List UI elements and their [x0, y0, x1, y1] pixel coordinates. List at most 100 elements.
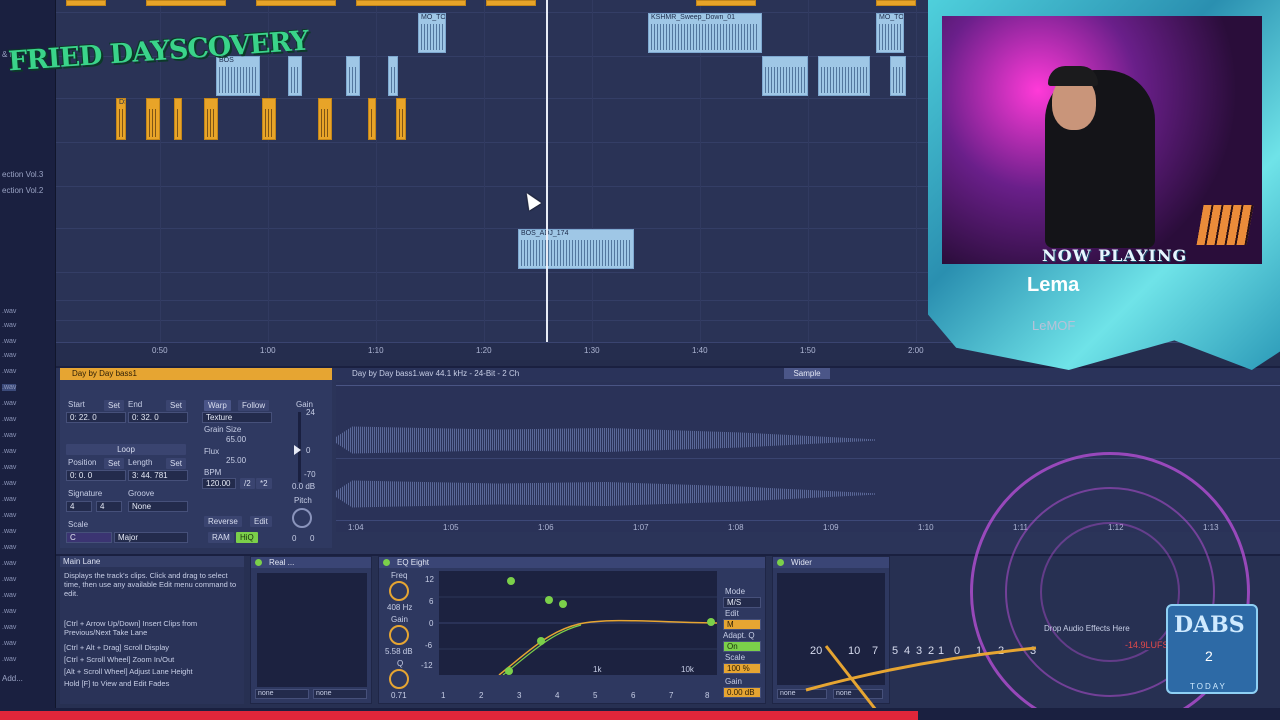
pitch-st[interactable]: 0	[292, 534, 296, 543]
clip-ds[interactable]	[368, 98, 376, 140]
browser-file[interactable]: .wav	[2, 400, 16, 407]
device-real[interactable]: Real ... none none	[250, 556, 372, 704]
clip-ds[interactable]	[174, 98, 182, 140]
browser-file[interactable]: .wav	[2, 624, 16, 631]
browser-file[interactable]: .wav	[2, 512, 16, 519]
sample-tab[interactable]: Sample	[784, 368, 830, 379]
eq-edit-select[interactable]: M	[723, 619, 761, 630]
browser-file[interactable]: .wav	[2, 480, 16, 487]
browser-file[interactable]: .wav	[2, 528, 16, 535]
clip-ds[interactable]	[146, 98, 160, 140]
eq-adapt-toggle[interactable]: On	[723, 641, 761, 652]
device-on-toggle[interactable]	[383, 559, 390, 566]
browser-file[interactable]: .wav	[2, 432, 16, 439]
eq-band[interactable]: 1	[441, 691, 445, 700]
device-title[interactable]: Wider	[773, 557, 889, 568]
device-on-toggle[interactable]	[255, 559, 262, 566]
eq-band[interactable]: 7	[669, 691, 673, 700]
edit-button[interactable]: Edit	[250, 516, 272, 527]
device-eq-eight[interactable]: EQ Eight Freq 408 Hz Gain 5.58 dB Q 0.71	[378, 556, 766, 704]
clip[interactable]	[146, 0, 226, 6]
gain-fader-handle[interactable]	[294, 445, 301, 455]
set-length-button[interactable]: Set	[166, 458, 187, 469]
clip-mo-to[interactable]: MO_TO	[876, 13, 904, 53]
browser-file[interactable]: .wav	[2, 560, 16, 567]
browser-file[interactable]: .wav	[2, 592, 16, 599]
eq-display[interactable]	[439, 571, 718, 676]
pitch-knob[interactable]	[292, 508, 312, 528]
scale-mode-select[interactable]: Major	[114, 532, 188, 543]
clip-ds[interactable]	[204, 98, 218, 140]
browser-file[interactable]: .wav	[2, 416, 16, 423]
clip[interactable]	[256, 0, 336, 6]
browser-file[interactable]: .wav	[2, 352, 16, 359]
position-field[interactable]: 0: 0. 0	[66, 470, 126, 481]
grain-size-value[interactable]: 65.00	[226, 435, 246, 444]
eq-band[interactable]: 8	[705, 691, 709, 700]
browser-file[interactable]: .wav	[2, 496, 16, 503]
clip-mo-to[interactable]: MO_TO	[418, 13, 446, 53]
browser-file[interactable]: .wav	[2, 338, 16, 345]
device-on-toggle[interactable]	[777, 559, 784, 566]
clip-bos[interactable]	[346, 56, 360, 96]
set-start-button[interactable]: Set	[104, 400, 125, 411]
clip[interactable]	[66, 0, 106, 6]
browser-file[interactable]: .wav	[2, 448, 16, 455]
warp-mode-select[interactable]: Texture	[202, 412, 272, 423]
eq-gain-value[interactable]: 5.58 dB	[385, 647, 413, 656]
clip-ds[interactable]	[396, 98, 406, 140]
browser-file[interactable]: .wav	[2, 608, 16, 615]
double-tempo-button[interactable]: *2	[256, 478, 272, 489]
browser-file[interactable]: .wav	[2, 576, 16, 583]
eq-mode-select[interactable]: M/S	[723, 597, 761, 608]
loop-button[interactable]: Loop	[66, 444, 186, 455]
device-title[interactable]: Real ...	[251, 557, 371, 568]
eq-band[interactable]: 5	[593, 691, 597, 700]
clip-kshmr-sweep[interactable]: KSHMR_Sweep_Down_01	[648, 13, 762, 53]
browser-file[interactable]: .wav	[2, 368, 16, 375]
scale-root-select[interactable]: C	[66, 532, 112, 543]
browser-file[interactable]: .wav	[2, 308, 16, 315]
device-select[interactable]: none	[313, 689, 367, 699]
device-select[interactable]: none	[255, 689, 309, 699]
clip-bos[interactable]	[288, 56, 302, 96]
browser-file[interactable]: .wav	[2, 322, 16, 329]
pitch-cent[interactable]: 0	[310, 534, 314, 543]
clip-title[interactable]: Day by Day bass1	[60, 368, 332, 380]
bpm-field[interactable]: 120.00	[202, 478, 236, 489]
browser-item[interactable]: ection Vol.2	[2, 186, 43, 195]
clip-bos[interactable]	[388, 56, 398, 96]
length-field[interactable]: 3: 44. 781	[128, 470, 188, 481]
clip[interactable]	[356, 0, 466, 6]
start-field[interactable]: 0: 22. 0	[66, 412, 126, 423]
clip[interactable]	[876, 0, 916, 6]
clip-bos[interactable]	[818, 56, 870, 96]
hiq-button[interactable]: HiQ	[236, 532, 258, 543]
eq-freq-knob[interactable]	[389, 581, 409, 601]
clip-bos-adj[interactable]: BOS_ADJ_174	[518, 229, 634, 269]
eq-q-knob[interactable]	[389, 669, 409, 689]
set-end-button[interactable]: Set	[166, 400, 187, 411]
eq-band[interactable]: 2	[479, 691, 483, 700]
clip-bos[interactable]	[762, 56, 808, 96]
signature-numerator[interactable]: 4	[66, 501, 92, 512]
clip-ds[interactable]: DS	[116, 98, 126, 140]
clip-ds[interactable]	[262, 98, 276, 140]
clip-bos[interactable]	[890, 56, 906, 96]
browser-add[interactable]: Add...	[2, 674, 23, 683]
eq-gain-knob[interactable]	[389, 625, 409, 645]
ram-button[interactable]: RAM	[208, 532, 234, 543]
eq-freq-value[interactable]: 408 Hz	[387, 603, 412, 612]
set-position-button[interactable]: Set	[104, 458, 125, 469]
gain-value[interactable]: 0.0 dB	[292, 482, 315, 491]
signature-denominator[interactable]: 4	[96, 501, 122, 512]
groove-select[interactable]: None	[128, 501, 188, 512]
reverse-button[interactable]: Reverse	[204, 516, 242, 527]
browser-file[interactable]: .wav	[2, 464, 16, 471]
playhead[interactable]	[546, 0, 548, 342]
eq-band[interactable]: 6	[631, 691, 635, 700]
half-tempo-button[interactable]: /2	[240, 478, 255, 489]
drop-effects-hint[interactable]: Drop Audio Effects Here	[1044, 624, 1130, 633]
clip[interactable]	[696, 0, 756, 6]
eq-band[interactable]: 3	[517, 691, 521, 700]
